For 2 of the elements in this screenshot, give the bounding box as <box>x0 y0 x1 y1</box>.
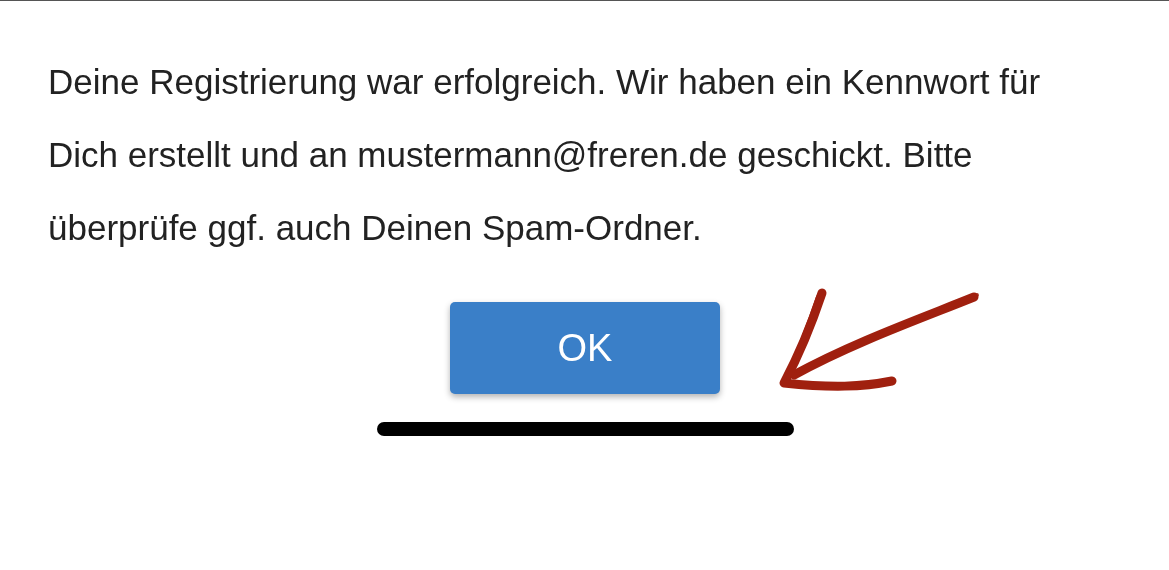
ok-button[interactable]: OK <box>450 302 720 394</box>
message-text: Deine Registrierung war erfolgreich. Wir haben ein Kennwort für Dich erstellt und an mustermann@freren.de geschickt. Bitte überprüfe ggf. auch Deinen Spam-Ordner. <box>47 61 1042 249</box>
